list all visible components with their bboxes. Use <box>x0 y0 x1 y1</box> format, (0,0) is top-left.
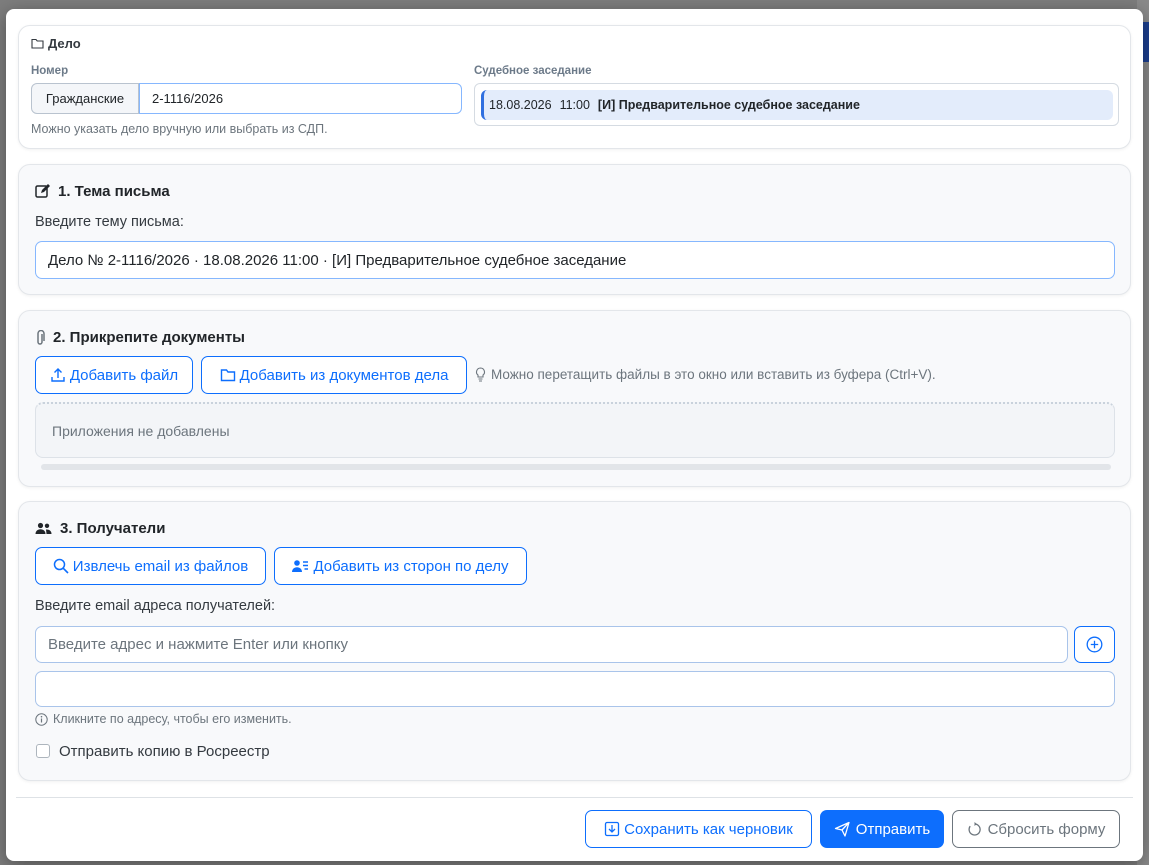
attachments-title-text: 2. Прикрепите документы <box>53 329 245 346</box>
extract-email-label: Извлечь email из файлов <box>72 557 249 575</box>
case-card: Дело Номер Гражданские 2-1116/2026 Можно… <box>18 25 1131 149</box>
recipients-label: Введите email адреса получателей: <box>35 598 276 614</box>
send-icon <box>834 821 850 837</box>
upload-icon <box>50 367 66 383</box>
plus-circle-icon <box>1086 636 1103 653</box>
compose-letter-modal: Дело Номер Гражданские 2-1116/2026 Можно… <box>6 9 1143 861</box>
recipients-card: 3. Получатели Извлечь email из файлов До… <box>18 501 1131 781</box>
add-file-button[interactable]: Добавить файл <box>35 356 193 394</box>
add-from-parties-label: Добавить из сторон по делу <box>313 557 509 575</box>
case-type-select[interactable]: Гражданские <box>31 83 139 114</box>
info-circle-icon <box>35 712 48 726</box>
reset-form-button[interactable]: Сбросить форму <box>952 810 1120 848</box>
hearing-name: [И] Предварительное судебное заседание <box>597 98 860 112</box>
add-email-button[interactable] <box>1074 626 1115 663</box>
search-icon <box>53 558 69 574</box>
attachments-card: 2. Прикрепите документы Добавить файл До… <box>18 310 1131 487</box>
edit-hint: Кликните по адресу, чтобы его изменить. <box>35 712 292 726</box>
email-input[interactable]: Введите адрес и нажмите Enter или кнопку <box>35 626 1068 663</box>
edit-hint-text: Кликните по адресу, чтобы его изменить. <box>53 712 292 726</box>
lightbulb-icon <box>475 367 486 382</box>
rosreestr-checkbox[interactable] <box>36 744 50 758</box>
recipients-title: 3. Получатели <box>35 520 165 537</box>
case-hint: Можно указать дело вручную или выбрать и… <box>31 122 328 136</box>
download-box-icon <box>604 821 620 837</box>
case-title: Дело <box>31 36 81 51</box>
send-button[interactable]: Отправить <box>820 810 944 848</box>
attachments-tip-text: Можно перетащить файлы в это окно или вс… <box>491 367 936 382</box>
attachments-scrollbar[interactable] <box>41 464 1111 470</box>
send-label: Отправить <box>855 820 931 838</box>
attachments-title: 2. Прикрепите документы <box>35 329 245 346</box>
attachments-empty-text: Приложения не добавлены <box>52 422 230 439</box>
save-draft-label: Сохранить как черновик <box>624 820 793 838</box>
save-draft-button[interactable]: Сохранить как черновик <box>585 810 812 848</box>
add-from-case-docs-button[interactable]: Добавить из документов дела <box>201 356 467 394</box>
subject-title-text: 1. Тема письма <box>58 183 170 200</box>
case-number-label: Номер <box>31 65 69 77</box>
extract-email-button[interactable]: Извлечь email из файлов <box>35 547 266 585</box>
hearing-list: 18.08.2026 11:00 [И] Предварительное суд… <box>474 83 1119 126</box>
rosreestr-label[interactable]: Отправить копию в Росреестр <box>59 743 270 760</box>
folder-icon <box>31 38 44 49</box>
subject-input[interactable]: Дело № 2-1116/2026 · 18.08.2026 11:00 · … <box>35 241 1115 279</box>
case-number-input[interactable]: 2-1116/2026 <box>139 83 462 114</box>
folder-icon <box>220 368 236 382</box>
subject-title: 1. Тема письма <box>35 183 170 200</box>
recipients-list-field[interactable] <box>35 671 1115 707</box>
person-lines-icon <box>292 559 309 573</box>
subject-label: Введите тему письма: <box>35 214 184 230</box>
rotate-icon <box>967 821 982 837</box>
pencil-square-icon <box>35 184 50 199</box>
recipients-title-text: 3. Получатели <box>60 520 166 537</box>
hearing-label: Судебное заседание <box>474 65 592 77</box>
case-title-text: Дело <box>48 36 81 51</box>
people-icon <box>35 522 52 535</box>
subject-card: 1. Тема письма Введите тему письма: Дело… <box>18 164 1131 295</box>
hearing-time: 11:00 <box>559 98 590 112</box>
add-from-case-docs-label: Добавить из документов дела <box>239 366 449 384</box>
add-from-parties-button[interactable]: Добавить из сторон по делу <box>274 547 527 585</box>
hearing-date: 18.08.2026 <box>489 98 552 112</box>
attachments-drop-zone[interactable]: Приложения не добавлены <box>35 402 1115 458</box>
reset-form-label: Сбросить форму <box>987 820 1106 838</box>
hearing-item[interactable]: 18.08.2026 11:00 [И] Предварительное суд… <box>481 90 1113 120</box>
footer-divider <box>16 797 1133 798</box>
attachments-tip: Можно перетащить файлы в это окно или вс… <box>475 367 936 382</box>
paperclip-icon <box>35 329 45 346</box>
add-file-label: Добавить файл <box>69 366 179 384</box>
